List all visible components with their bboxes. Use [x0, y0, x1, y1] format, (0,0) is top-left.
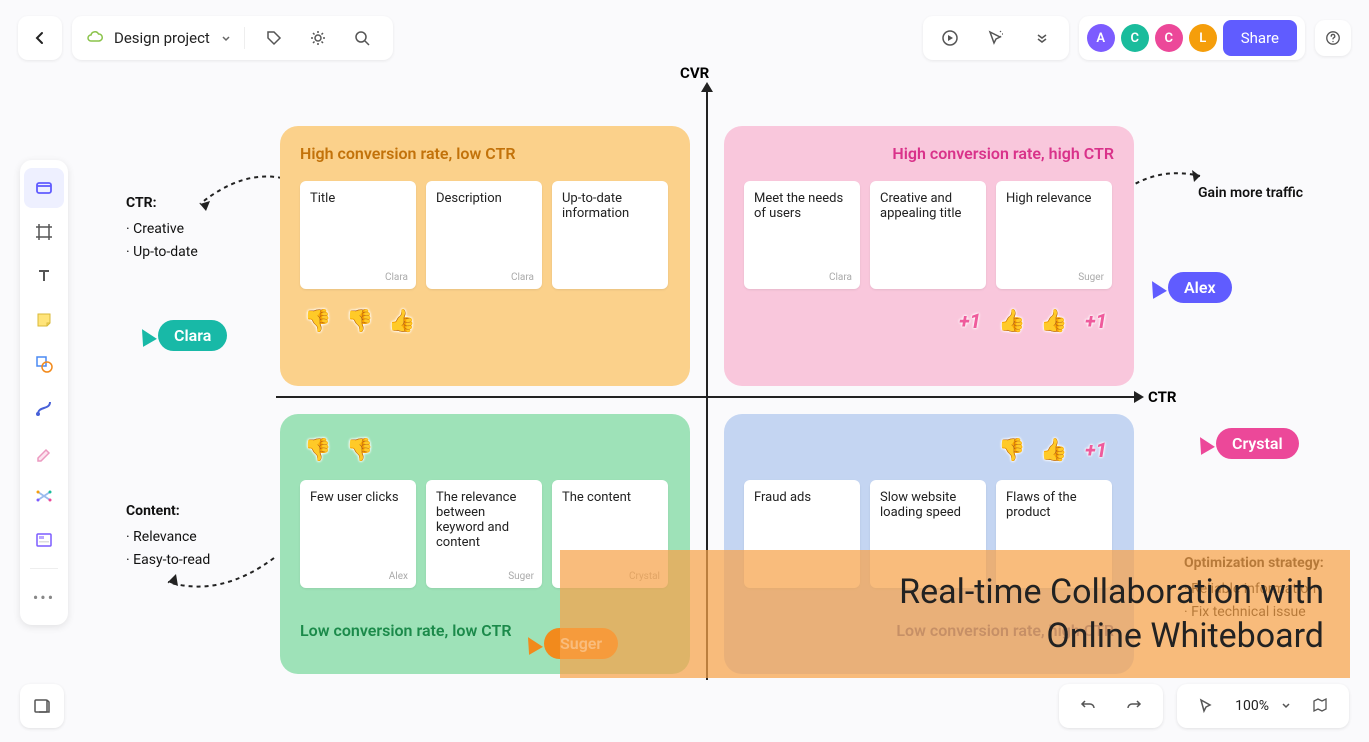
avatar[interactable]: L — [1189, 24, 1217, 52]
dashed-arrow-ctr — [192, 170, 288, 218]
quadrant-title: Low conversion rate, low CTR — [300, 621, 512, 640]
project-name: Design project — [114, 29, 210, 47]
thumbs-up-icon[interactable]: 👍 — [994, 303, 1030, 339]
annotation-content[interactable]: Content: Relevance Easy-to-read — [126, 500, 210, 571]
tool-connector[interactable] — [24, 388, 64, 428]
help-button[interactable] — [1315, 20, 1351, 56]
collaborators: A C C L Share — [1079, 16, 1305, 60]
canvas[interactable]: CVR CTR High conversion rate, low CTR Ti… — [0, 0, 1369, 742]
thumbs-up-icon[interactable]: 👍 — [384, 303, 420, 339]
card-row: TitleClara DescriptionClara Up-to-date i… — [300, 181, 670, 289]
overlay-banner: Real-time Collaboration with Online Whit… — [560, 550, 1350, 678]
top-bar: Design project A C C L Share — [0, 14, 1369, 62]
avatar[interactable]: A — [1087, 24, 1115, 52]
quadrant-high-cvr-high-ctr[interactable]: High conversion rate, high CTR Meet the … — [724, 126, 1134, 386]
cursor-clara: Clara — [138, 320, 227, 351]
reactions: 👎 👎 👍 — [300, 303, 670, 339]
axis-x-label: CTR — [1148, 388, 1177, 406]
thumbs-down-icon[interactable]: 👎 — [994, 432, 1030, 468]
thumbs-down-icon[interactable]: 👎 — [300, 303, 336, 339]
avatar[interactable]: C — [1155, 24, 1183, 52]
sticky-card[interactable]: Few user clicksAlex — [300, 480, 416, 588]
back-button[interactable] — [18, 16, 62, 60]
project-selector[interactable]: Design project — [72, 16, 393, 60]
sticky-card[interactable]: DescriptionClara — [426, 181, 542, 289]
pages-button[interactable] — [20, 684, 64, 728]
chevron-left-icon — [32, 30, 48, 46]
sticky-card[interactable]: The relevance between keyword and conten… — [426, 480, 542, 588]
thumbs-down-icon[interactable]: 👎 — [342, 303, 378, 339]
tool-text[interactable] — [24, 256, 64, 296]
reactions: +1 👍 👍 +1 — [744, 303, 1114, 339]
play-icon[interactable] — [933, 21, 967, 55]
tool-frame[interactable] — [24, 212, 64, 252]
annotation-ctr[interactable]: CTR: Creative Up-to-date — [126, 192, 198, 263]
annotation-gain-traffic[interactable]: Gain more traffic — [1198, 182, 1303, 204]
axis-x — [276, 396, 1136, 398]
quadrant-high-cvr-low-ctr[interactable]: High conversion rate, low CTR TitleClara… — [280, 126, 690, 386]
chevron-down-icon — [220, 32, 232, 44]
tool-template[interactable] — [24, 520, 64, 560]
bottom-right-controls: 100% — [1059, 684, 1349, 728]
minimap-icon[interactable] — [1303, 689, 1337, 723]
quadrant-title: High conversion rate, low CTR — [300, 144, 670, 163]
plus-one-icon[interactable]: +1 — [952, 303, 988, 339]
present-controls — [923, 16, 1069, 60]
sticky-card[interactable]: TitleClara — [300, 181, 416, 289]
pointer-spark-icon[interactable] — [979, 21, 1013, 55]
chevron-down-menu-icon[interactable] — [1025, 21, 1059, 55]
sticky-card[interactable]: Up-to-date information — [552, 181, 668, 289]
pointer-mode-icon[interactable] — [1189, 689, 1223, 723]
sticky-card[interactable]: Creative and appealing title — [870, 181, 986, 289]
thumbs-down-icon[interactable]: 👎 — [300, 432, 336, 468]
tool-mindmap[interactable] — [24, 476, 64, 516]
zoom-level[interactable]: 100% — [1235, 698, 1269, 714]
card-row: Meet the needs of usersClara Creative an… — [744, 181, 1114, 289]
tool-shape[interactable] — [24, 344, 64, 384]
undo-button[interactable] — [1071, 689, 1105, 723]
search-icon[interactable] — [345, 21, 379, 55]
redo-button[interactable] — [1117, 689, 1151, 723]
sticky-card[interactable]: High relevanceSuger — [996, 181, 1112, 289]
share-button[interactable]: Share — [1223, 20, 1297, 56]
gear-icon[interactable] — [301, 21, 335, 55]
quadrant-title: High conversion rate, high CTR — [744, 144, 1114, 163]
thumbs-up-icon[interactable]: 👍 — [1036, 303, 1072, 339]
avatar[interactable]: C — [1121, 24, 1149, 52]
left-toolbar: ••• — [20, 160, 68, 625]
plus-one-icon[interactable]: +1 — [1078, 432, 1114, 468]
sticky-card[interactable]: Meet the needs of usersClara — [744, 181, 860, 289]
thumbs-down-icon[interactable]: 👎 — [342, 432, 378, 468]
thumbs-up-icon[interactable]: 👍 — [1036, 432, 1072, 468]
cursor-crystal: Crystal — [1196, 428, 1299, 459]
axis-y-label: CVR — [680, 64, 709, 82]
tool-more[interactable]: ••• — [24, 577, 64, 617]
reactions: 👎 👍 +1 — [744, 432, 1114, 468]
cursor-alex: Alex — [1148, 272, 1232, 303]
chevron-down-icon[interactable] — [1281, 701, 1291, 711]
tool-select[interactable] — [24, 168, 64, 208]
tool-sticky-note[interactable] — [24, 300, 64, 340]
plus-one-icon[interactable]: +1 — [1078, 303, 1114, 339]
cloud-icon — [86, 29, 104, 47]
reactions: 👎 👎 — [300, 432, 670, 468]
tag-icon[interactable] — [257, 21, 291, 55]
tool-pen[interactable] — [24, 432, 64, 472]
